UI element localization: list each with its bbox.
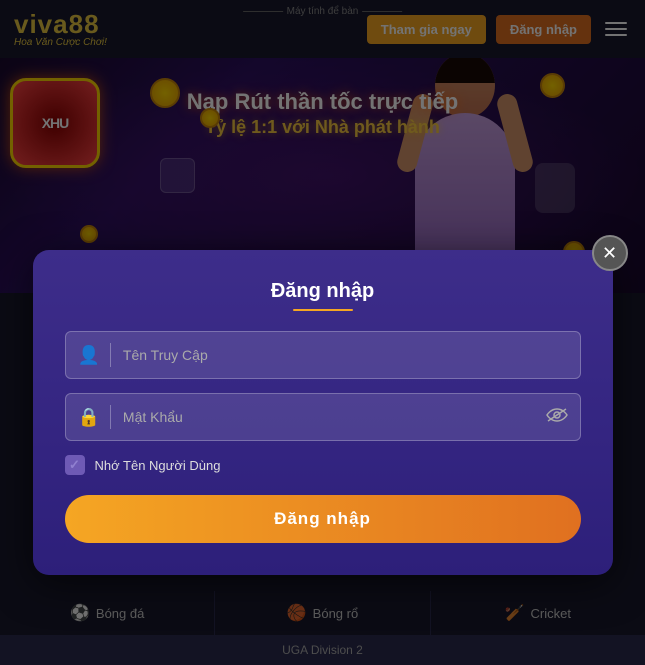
password-input-group: 🔒 — [65, 393, 581, 441]
login-submit-button[interactable]: Đăng nhập — [65, 495, 581, 543]
input-divider-2 — [110, 405, 111, 429]
login-modal: ✕ Đăng nhập 👤 🔒 ✓ Nhớ Tên Người Dùng Đăn… — [33, 250, 613, 575]
password-input[interactable] — [123, 409, 546, 425]
lock-icon: 🔒 — [78, 407, 100, 428]
user-icon: 👤 — [78, 345, 100, 366]
modal-close-button[interactable]: ✕ — [592, 235, 628, 271]
modal-title-underline — [293, 309, 353, 311]
input-divider — [110, 343, 111, 367]
remember-checkbox[interactable]: ✓ — [65, 455, 85, 475]
modal-title: Đăng nhập — [65, 280, 581, 303]
remember-row: ✓ Nhớ Tên Người Dùng — [65, 455, 581, 475]
toggle-password-icon[interactable] — [546, 407, 568, 428]
remember-label: Nhớ Tên Người Dùng — [95, 458, 221, 473]
username-input[interactable] — [123, 347, 568, 363]
username-input-group: 👤 — [65, 331, 581, 379]
